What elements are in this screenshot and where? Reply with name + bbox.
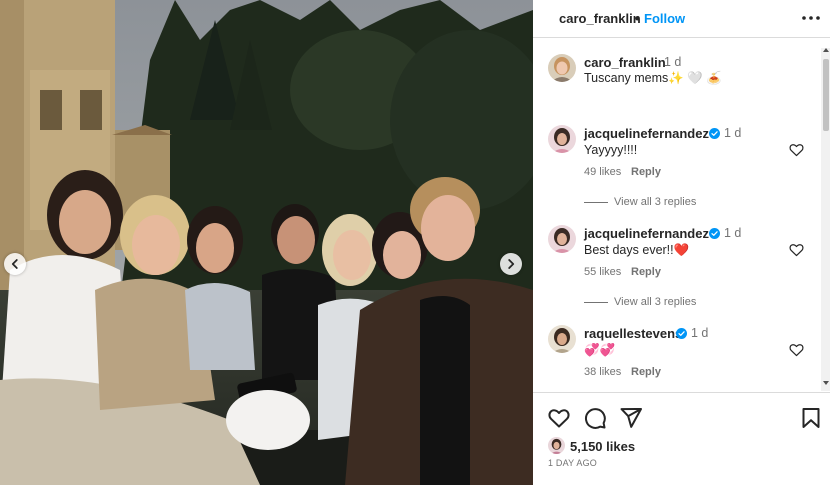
- heart-icon[interactable]: [547, 406, 571, 430]
- more-options-icon[interactable]: [800, 8, 822, 28]
- post-header: caro_franklin • Follow: [533, 0, 830, 38]
- post-date[interactable]: 1 DAY AGO: [548, 458, 597, 468]
- comment-icon[interactable]: [583, 406, 607, 430]
- reply-button[interactable]: Reply: [631, 366, 661, 378]
- caption-time[interactable]: 1 d: [664, 55, 681, 69]
- replies-line: [584, 202, 608, 203]
- bookmark-icon[interactable]: [799, 406, 823, 430]
- caption-text: Tuscany mems✨ 🤍 🍝: [584, 71, 722, 85]
- scroll-down-arrow-icon[interactable]: [823, 381, 829, 385]
- comment-avatar[interactable]: [548, 225, 576, 253]
- comment-like-heart-icon[interactable]: [789, 243, 804, 257]
- separator-dot: •: [635, 11, 640, 26]
- comment-avatar[interactable]: [548, 325, 576, 353]
- group-photo-image: [0, 0, 533, 485]
- post-photo[interactable]: [0, 0, 533, 485]
- scrollbar-thumb[interactable]: [823, 59, 829, 131]
- verified-badge-icon: [709, 128, 720, 139]
- reply-button[interactable]: Reply: [631, 166, 661, 178]
- reply-button[interactable]: Reply: [631, 266, 661, 278]
- like-count[interactable]: 5,150 likes: [570, 439, 635, 454]
- comment-like-heart-icon[interactable]: [789, 143, 804, 157]
- comment-likes[interactable]: 49 likes: [584, 166, 621, 178]
- replies-line: [584, 302, 608, 303]
- comment-avatar[interactable]: [548, 125, 576, 153]
- verified-badge-icon: [709, 228, 720, 239]
- comment-text: Yayyyy!!!!: [584, 143, 638, 157]
- comment-likes[interactable]: 38 likes: [584, 366, 621, 378]
- verified-badge-icon: [676, 328, 687, 339]
- post-actions: 5,150 likes 1 DAY AGO: [533, 392, 830, 485]
- chevron-right-icon: [508, 259, 515, 269]
- view-replies-button[interactable]: View all 3 replies: [614, 296, 696, 308]
- comment-username[interactable]: jacquelinefernandez: [584, 126, 709, 141]
- chevron-left-icon: [11, 259, 18, 269]
- comment-username[interactable]: jacquelinefernandez: [584, 226, 709, 241]
- comment-like-heart-icon[interactable]: [789, 343, 804, 357]
- author-avatar[interactable]: [548, 54, 576, 82]
- next-photo-button[interactable]: [500, 253, 522, 275]
- share-icon[interactable]: [619, 406, 643, 430]
- caption-username[interactable]: caro_franklin: [584, 55, 666, 70]
- follow-button[interactable]: Follow: [644, 11, 685, 26]
- scroll-up-arrow-icon[interactable]: [823, 48, 829, 52]
- author-username[interactable]: caro_franklin: [559, 11, 641, 26]
- comment-likes[interactable]: 55 likes: [584, 266, 621, 278]
- comment-username[interactable]: raquellestevens: [584, 326, 682, 341]
- previous-photo-button[interactable]: [4, 253, 26, 275]
- comment-text: 💞💞: [584, 343, 616, 357]
- comment-time[interactable]: 1 d: [724, 126, 741, 140]
- comment-time[interactable]: 1 d: [724, 226, 741, 240]
- view-replies-button[interactable]: View all 3 replies: [614, 196, 696, 208]
- comment-text: Best days ever!!❤️: [584, 243, 690, 257]
- comment-time[interactable]: 1 d: [691, 326, 708, 340]
- liker-avatar[interactable]: [548, 437, 565, 454]
- post-sidebar: caro_franklin • Follow caro_franklin 1 d…: [533, 0, 830, 485]
- comments-list[interactable]: caro_franklin 1 d Tuscany mems✨ 🤍 🍝 jacq…: [533, 39, 830, 391]
